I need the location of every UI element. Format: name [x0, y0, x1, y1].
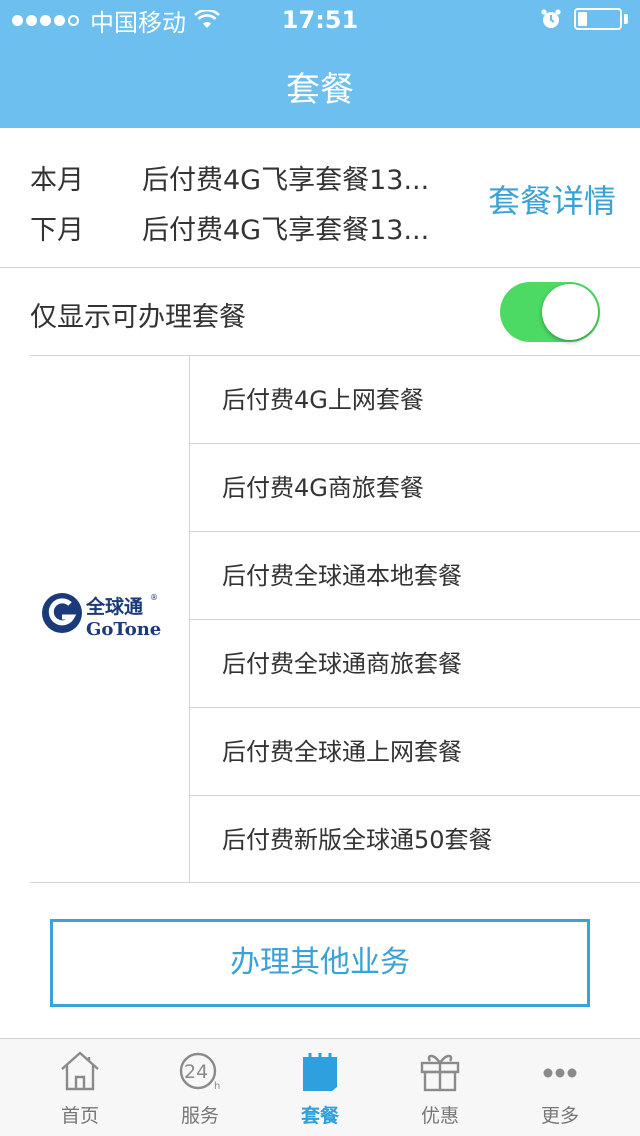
tab-more[interactable]: 更多 — [496, 1039, 624, 1136]
page-title: 套餐 — [286, 70, 354, 110]
filter-label: 仅显示可办理套餐 — [30, 302, 246, 333]
this-month-plan: 后付费4G飞享套餐13... — [142, 165, 430, 196]
current-plan-section: 本月 后付费4G飞享套餐13... 下月 后付费4G飞享套餐13... 套餐详情 — [0, 128, 640, 268]
this-month-label: 本月 — [30, 165, 84, 196]
next-month-label: 下月 — [30, 215, 84, 246]
24h-service-icon: 24 h — [179, 1052, 220, 1092]
tab-service[interactable]: 24 h 服务 — [136, 1039, 264, 1136]
header-bar: 中国移动 17:51 套餐 — [0, 0, 640, 128]
package-list: 后付费4G上网套餐 后付费4G商旅套餐 后付费全球通本地套餐 后付费全球通商旅套… — [190, 356, 640, 883]
battery-icon — [574, 8, 622, 30]
toggle-knob — [542, 284, 598, 340]
filter-toggle[interactable] — [500, 282, 600, 342]
filter-row: 仅显示可办理套餐 — [0, 268, 640, 356]
this-month-row: 本月 后付费4G飞享套餐13... — [30, 158, 429, 197]
package-item[interactable]: 后付费全球通本地套餐 — [190, 532, 640, 620]
tab-bar: 首页 24 h 服务 套餐 优惠 更多 — [0, 1038, 640, 1136]
tab-package[interactable]: 套餐 — [256, 1039, 384, 1136]
package-section: 全球通 GoTone ® 后付费4G上网套餐 后付费4G商旅套餐 后付费全球通本… — [30, 355, 640, 883]
package-item[interactable]: 后付费4G上网套餐 — [190, 356, 640, 444]
package-item[interactable]: 后付费新版全球通50套餐 — [190, 796, 640, 883]
package-item[interactable]: 后付费全球通商旅套餐 — [190, 620, 640, 708]
tab-package-label: 套餐 — [300, 1105, 339, 1127]
next-month-row: 下月 后付费4G飞享套餐13... — [30, 208, 429, 247]
next-month-plan: 后付费4G飞享套餐13... — [142, 215, 430, 246]
tab-service-label: 服务 — [180, 1105, 219, 1127]
tab-home-label: 首页 — [60, 1105, 99, 1127]
tab-more-label: 更多 — [540, 1105, 579, 1127]
package-item[interactable]: 后付费全球通上网套餐 — [190, 708, 640, 796]
gift-icon — [420, 1054, 460, 1092]
plan-detail-link[interactable]: 套餐详情 — [488, 176, 616, 222]
brand-cell: 全球通 GoTone ® — [30, 356, 190, 883]
alarm-icon — [541, 9, 561, 28]
package-item[interactable]: 后付费4G商旅套餐 — [190, 444, 640, 532]
tab-offers[interactable]: 优惠 — [376, 1039, 504, 1136]
battery-tip — [624, 14, 628, 24]
tab-home[interactable]: 首页 — [16, 1039, 144, 1136]
status-bar: 中国移动 17:51 — [0, 0, 640, 40]
svg-text:®: ® — [150, 593, 158, 602]
svg-text:24: 24 — [184, 1061, 208, 1083]
other-services-button[interactable]: 办理其他业务 — [50, 919, 590, 1007]
status-right — [540, 8, 628, 30]
home-icon — [61, 1051, 99, 1091]
package-icon — [303, 1053, 337, 1091]
svg-text:h: h — [214, 1081, 220, 1092]
tab-offers-label: 优惠 — [420, 1105, 459, 1127]
more-icon — [543, 1068, 577, 1078]
gotone-logo: 全球通 GoTone ® — [42, 593, 161, 640]
logo-text-en: GoTone — [86, 619, 161, 640]
logo-text-cn: 全球通 — [85, 595, 144, 618]
